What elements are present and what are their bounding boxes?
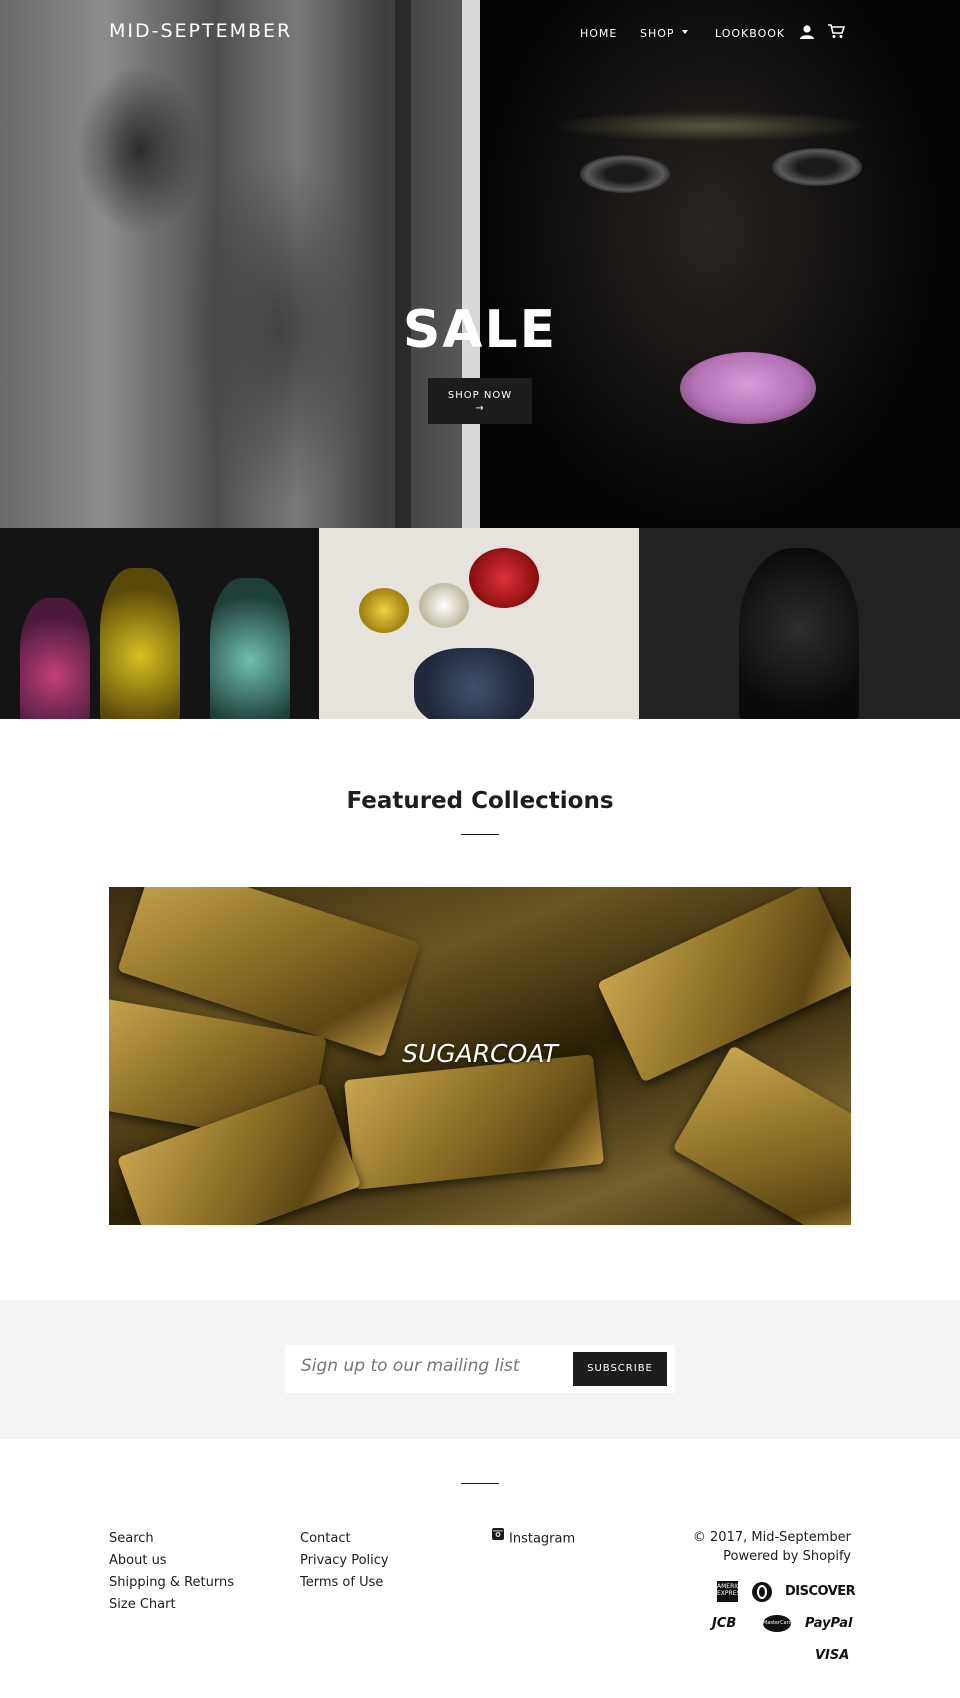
hero-image-post <box>395 0 411 528</box>
newsletter-section: SUBSCRIBE <box>0 1300 960 1439</box>
paypal-icon: PayPal <box>805 1616 853 1631</box>
hero-eye-left <box>580 155 670 193</box>
hero-image-wall <box>462 0 480 528</box>
instagram-icon <box>492 1526 504 1548</box>
discover-icon: DISCOVER <box>785 1584 856 1599</box>
image-grid <box>0 528 960 719</box>
footer-legal: © 2017, Mid-September Powered by Shopify <box>693 1528 851 1566</box>
tile-figure <box>210 578 290 719</box>
gold-bar-image <box>672 1045 851 1225</box>
hero-image-left <box>0 0 480 528</box>
amex-icon: AMERICAN EXPRESS <box>717 1581 749 1602</box>
footer-social: Instagram <box>492 1528 575 1550</box>
collection-card-sugarcoat[interactable]: SUGARCOAT <box>109 887 851 1225</box>
jcb-icon: JCB <box>712 1616 737 1631</box>
tile-figure <box>100 568 180 719</box>
site-logo[interactable]: MID-SEPTEMBER <box>109 20 292 42</box>
nav-home[interactable]: HOME <box>580 27 617 40</box>
image-tile-portrait[interactable] <box>639 528 960 719</box>
diners-icon <box>752 1582 772 1602</box>
footer-links-col2: Contact Privacy Policy Terms of Use <box>300 1528 389 1594</box>
footer-link-search[interactable]: Search <box>109 1528 234 1550</box>
section-divider <box>461 834 499 835</box>
footer-link-terms[interactable]: Terms of Use <box>300 1572 389 1594</box>
powered-by-shopify[interactable]: Powered by Shopify <box>693 1547 851 1566</box>
featured-collections-title: Featured Collections <box>346 788 614 814</box>
arrow-right-icon: → <box>475 403 485 414</box>
footer-link-privacy[interactable]: Privacy Policy <box>300 1550 389 1572</box>
tile-figure <box>739 548 859 719</box>
gold-bar-image <box>343 1054 605 1190</box>
image-tile-flowers[interactable] <box>319 528 639 719</box>
footer-links-col1: Search About us Shipping & Returns Size … <box>109 1528 234 1616</box>
subscribe-button[interactable]: SUBSCRIBE <box>573 1352 667 1386</box>
account-icon[interactable] <box>799 24 817 40</box>
cart-icon[interactable] <box>828 24 846 40</box>
footer-link-contact[interactable]: Contact <box>300 1528 389 1550</box>
footer-divider <box>461 1483 499 1484</box>
collection-label: SUGARCOAT <box>402 1039 558 1068</box>
footer-link-about[interactable]: About us <box>109 1550 234 1572</box>
hero-slideshow: MID-SEPTEMBER HOME SHOP LOOKBOOK SALE SH… <box>0 0 960 528</box>
nav-shop[interactable]: SHOP <box>640 27 688 40</box>
copyright-text: © 2017, Mid-September <box>692 1530 851 1545</box>
copyright: © 2017, Mid-September <box>693 1528 851 1547</box>
nav-shop-label: SHOP <box>640 27 675 40</box>
hero-image-right <box>480 0 960 528</box>
newsletter-form: SUBSCRIBE <box>285 1345 675 1393</box>
footer-link-size-chart[interactable]: Size Chart <box>109 1594 234 1616</box>
hero-title: SALE <box>402 300 558 360</box>
newsletter-email-input[interactable] <box>301 1356 561 1376</box>
shop-now-label: SHOP NOW <box>447 390 513 401</box>
hero-eyeshadow <box>550 110 870 142</box>
tile-flower <box>359 588 409 633</box>
hero-eye-right <box>772 148 862 186</box>
image-tile-fashion[interactable] <box>0 528 319 719</box>
instagram-label: Instagram <box>509 1531 576 1547</box>
footer-link-shipping[interactable]: Shipping & Returns <box>109 1572 234 1594</box>
tile-flower <box>419 583 469 628</box>
visa-icon: VISA <box>815 1648 850 1663</box>
instagram-link[interactable]: Instagram <box>492 1528 575 1550</box>
shop-now-button[interactable]: SHOP NOW → <box>428 378 532 424</box>
hero-lips <box>680 352 816 424</box>
diners-icon-inner <box>757 1585 767 1599</box>
site-header: MID-SEPTEMBER HOME SHOP LOOKBOOK <box>0 0 960 70</box>
nav-lookbook[interactable]: LOOKBOOK <box>715 27 785 40</box>
mastercard-icon: MasterCard <box>763 1615 792 1632</box>
tile-vase <box>414 648 534 719</box>
tile-flower <box>469 548 539 608</box>
chevron-down-icon <box>681 30 688 34</box>
tile-figure <box>20 598 90 719</box>
